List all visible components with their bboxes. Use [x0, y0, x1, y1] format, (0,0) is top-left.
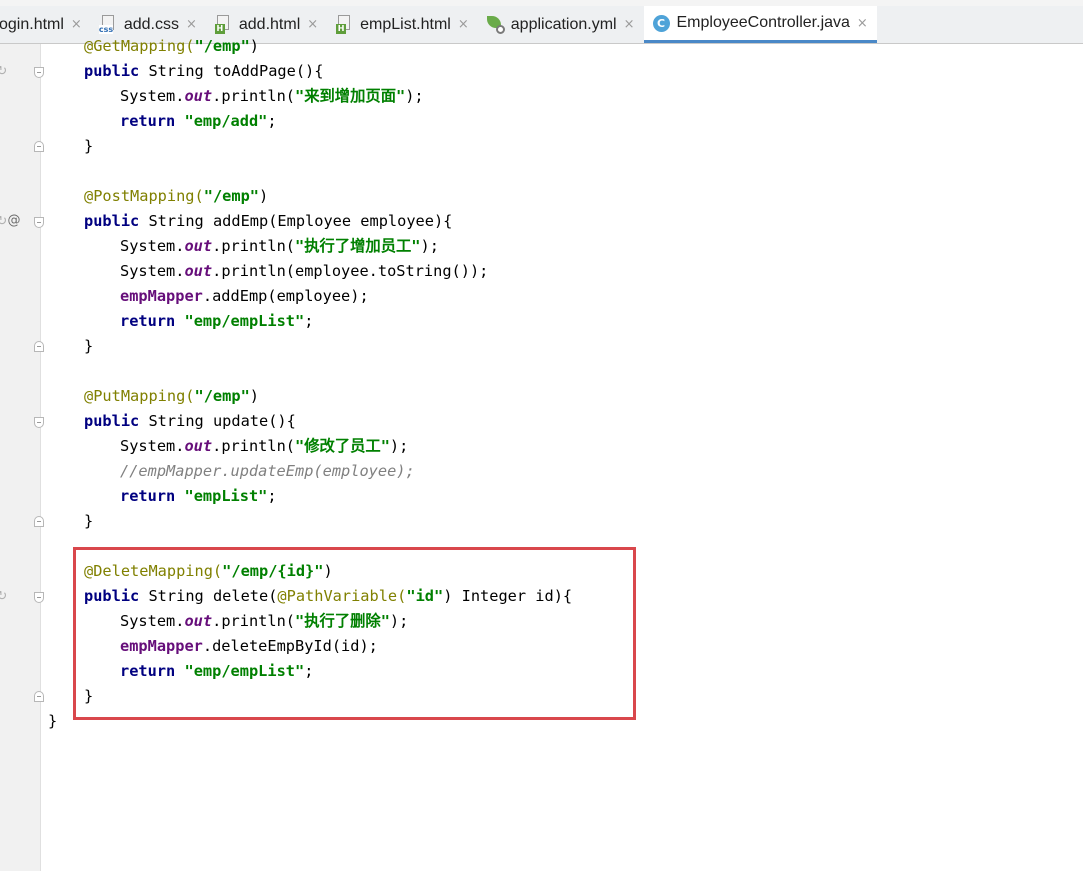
code-token: return [120, 487, 176, 505]
code-line: //empMapper.updateEmp(employee); [120, 459, 415, 484]
code-token: ) [259, 187, 269, 205]
code-token: String addEmp(Employee employee){ [139, 212, 453, 230]
code-line: System.out.println("来到增加页面"); [120, 84, 424, 109]
code-token: String update(){ [139, 412, 296, 430]
code-token: System. [120, 262, 185, 280]
code-token: @GetMapping( [84, 37, 195, 55]
code-token: return [120, 312, 176, 330]
highlight-box [73, 547, 636, 720]
code-line: public String toAddPage(){ [84, 59, 323, 84]
code-token: .println( [212, 237, 295, 255]
code-line: System.out.println("修改了员工"); [120, 434, 408, 459]
code-token: .println( [212, 437, 295, 455]
code-token: } [84, 137, 94, 155]
code-token: } [84, 337, 94, 355]
code-line: } [48, 709, 57, 734]
code-token: System. [120, 437, 185, 455]
code-line: empMapper.addEmp(employee); [120, 284, 369, 309]
code-line: return "emp/empList"; [120, 309, 313, 334]
code-token: "来到增加页面" [295, 87, 406, 105]
code-token: "empList" [184, 487, 268, 505]
code-line: return "empList"; [120, 484, 277, 509]
code-line: return "emp/add"; [120, 109, 277, 134]
code-token: //empMapper.updateEmp(employee); [120, 462, 415, 480]
code-token: ; [267, 487, 277, 505]
code-token: "emp/empList" [184, 312, 305, 330]
code-token: "修改了员工" [295, 437, 390, 455]
code-token: } [48, 712, 58, 730]
code-token: } [84, 512, 94, 530]
code-token: ); [405, 87, 424, 105]
code-line: @PutMapping("/emp") [84, 384, 259, 409]
code-token: return [120, 112, 176, 130]
code-line: System.out.println("执行了增加员工"); [120, 234, 439, 259]
code-token: ; [304, 312, 314, 330]
code-line: } [84, 334, 93, 359]
code-token: String toAddPage(){ [139, 62, 324, 80]
code-line: System.out.println(employee.toString()); [120, 259, 488, 284]
code-token: "/emp" [203, 187, 259, 205]
code-line: } [84, 134, 93, 159]
code-token: @PostMapping( [84, 187, 204, 205]
code-line: } [84, 509, 93, 534]
code-editor[interactable]: @GetMapping("/emp") public String toAddPa… [0, 0, 1083, 871]
code-token: out [184, 87, 213, 105]
code-token: out [184, 237, 213, 255]
code-token: System. [120, 237, 185, 255]
code-token: .println( [212, 87, 295, 105]
code-token: "/emp" [194, 387, 250, 405]
code-token: ) [249, 387, 259, 405]
code-token: public [84, 212, 140, 230]
code-token: "emp/add" [184, 112, 268, 130]
code-token: out [184, 437, 213, 455]
code-line: @GetMapping("/emp") [84, 34, 259, 59]
code-token: out [184, 262, 213, 280]
code-line: @PostMapping("/emp") [84, 184, 268, 209]
code-token: System. [120, 87, 185, 105]
code-token: public [84, 412, 140, 430]
code-token: ); [420, 237, 439, 255]
code-token: "/emp" [194, 37, 250, 55]
code-token: ); [389, 437, 409, 455]
code-token: empMapper [120, 287, 203, 305]
code-token: ) [249, 37, 259, 55]
code-token: public [84, 62, 140, 80]
code-line: public String addEmp(Employee employee){ [84, 209, 452, 234]
code-token: @PutMapping( [84, 387, 195, 405]
code-line: public String update(){ [84, 409, 296, 434]
code-token: .println(employee.toString()); [212, 262, 489, 280]
code-token: ; [267, 112, 277, 130]
code-token: .addEmp(employee); [202, 287, 369, 305]
code-token: "执行了增加员工" [295, 237, 421, 255]
